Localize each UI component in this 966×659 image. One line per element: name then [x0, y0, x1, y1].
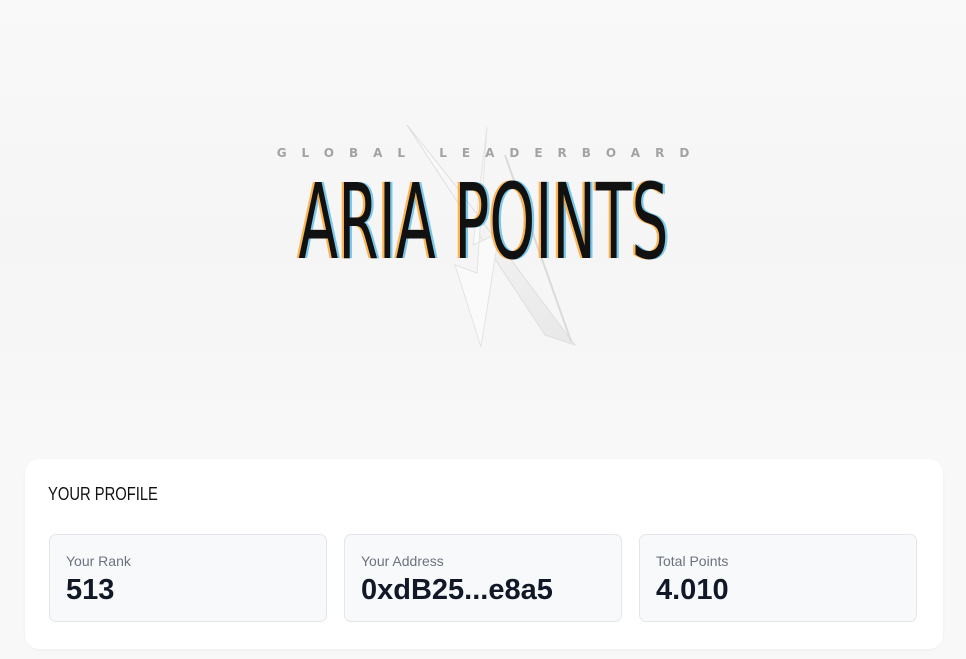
profile-card: YOUR PROFILE Your Rank 513 Your Address … — [25, 459, 943, 649]
address-value[interactable]: 0xdB25...e8a5 — [361, 573, 553, 607]
address-stat-card: Your Address 0xdB25...e8a5 — [344, 534, 622, 622]
hero-title: ARIA POINTS — [0, 165, 966, 280]
hero-banner: GLOBAL LEADERBOARD ARIA POINTS — [0, 0, 966, 440]
points-label: Total Points — [656, 553, 729, 569]
profile-title: YOUR PROFILE — [48, 484, 158, 504]
points-value: 4.010 — [656, 574, 729, 606]
hero-eyebrow: GLOBAL LEADERBOARD — [276, 146, 705, 160]
rank-label: Your Rank — [66, 553, 131, 569]
points-stat-card: Total Points 4.010 — [639, 534, 917, 622]
rank-value: 513 — [66, 574, 115, 606]
hero-title-text: ARIA POINTS — [297, 161, 669, 283]
address-label: Your Address — [361, 553, 444, 569]
rank-stat-card: Your Rank 513 — [49, 534, 327, 622]
